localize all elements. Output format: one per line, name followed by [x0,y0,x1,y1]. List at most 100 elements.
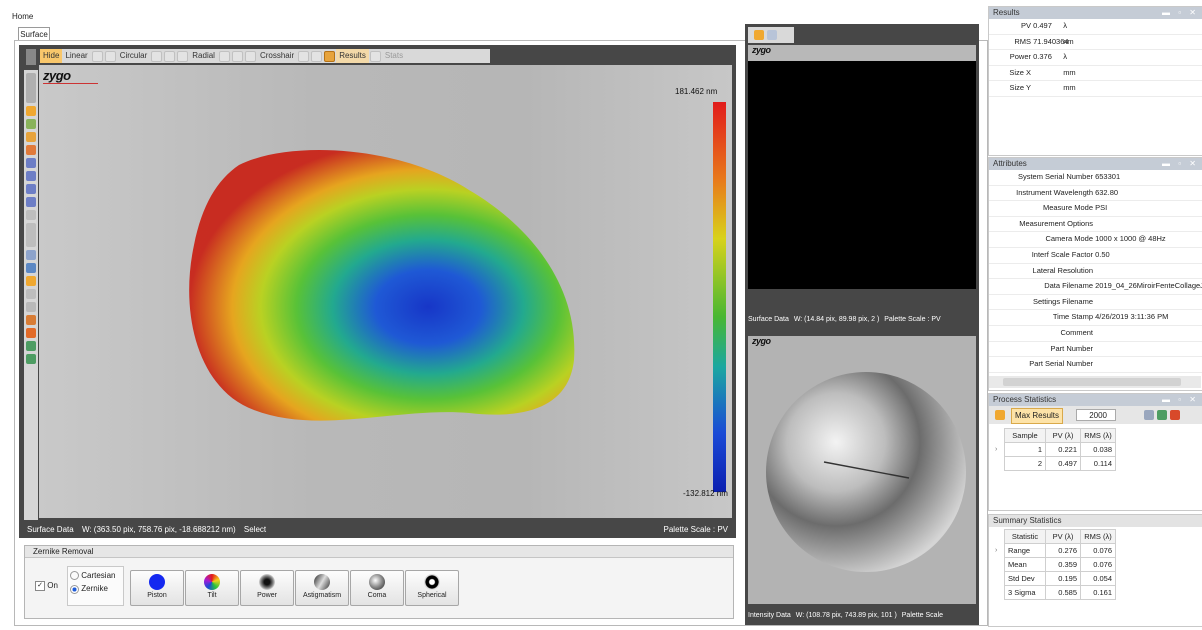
table-header: Statistic PV (λ) RMS (λ) [992,529,1116,544]
radial-tool-icon-3[interactable] [244,50,256,62]
results-button[interactable]: Results [336,49,369,63]
tilt-button[interactable]: Tilt [185,570,239,606]
circular-button[interactable]: Circular [117,49,151,63]
view-cube-icon-2[interactable] [26,171,36,181]
table-row[interactable]: › 1 0.221 0.038 [992,442,1116,457]
attribute-key: Data Filename [1044,281,1093,291]
disabled-icon[interactable] [26,210,36,220]
color-map-icon[interactable] [26,328,36,338]
column-header: RMS (λ) [1080,428,1116,443]
crosshair-icon[interactable] [298,50,310,62]
disabled-icon-3[interactable] [26,289,36,299]
radio-selected-icon [70,584,79,594]
radial-tool-icon[interactable] [218,50,230,62]
home-label[interactable]: Home [12,12,33,21]
line-tool-icon[interactable] [91,50,103,62]
circle-tool-icon-2[interactable] [164,50,176,62]
view-cube-icon-4[interactable] [26,197,36,207]
tab-surface[interactable]: Surface [18,27,50,41]
tilt-icon [204,574,220,590]
results-row: Size Y mm [989,81,1202,97]
piston-button[interactable]: Piston [130,570,184,606]
palette-icon[interactable] [26,315,36,325]
zygo-logo: zygo [43,68,98,84]
table-cell: 0.359 [1045,557,1081,572]
power-button[interactable]: Power [240,570,294,606]
zygo-logo-2: zygo [752,45,771,55]
summary-stats-header: Summary Statistics [989,515,1202,527]
max-results-input[interactable]: 2000 [1076,409,1116,421]
attribute-key: Measurement Options [1019,218,1093,228]
table-row[interactable]: Std Dev 0.195 0.054 [992,571,1116,586]
circle-tool-icon-3[interactable] [177,50,189,62]
table-cell: Mean [1004,557,1046,572]
radial-tool-icon-2[interactable] [231,50,243,62]
line-tool-icon-2[interactable] [104,50,116,62]
linear-button[interactable]: Linear [62,49,90,63]
zernike-radio[interactable]: Zernike [68,582,123,595]
table-row[interactable]: 2 0.497 0.114 [992,456,1116,471]
on-checkbox[interactable]: ✓ On [35,581,58,591]
chart-icon[interactable] [26,263,36,273]
view-cube-icon[interactable] [26,158,36,168]
view-cube-icon-3[interactable] [26,184,36,194]
result-value: 0.376 [1033,52,1052,62]
surface-3d-viewport[interactable]: zygo 181.462 nm -132.812 nm [39,65,732,518]
result-unit: mm [1063,83,1076,93]
radio-empty-icon [70,571,79,581]
attribute-row: Camera Mode 1000 x 1000 @ 48Hz [989,232,1202,248]
check-icon-2[interactable] [995,410,1005,420]
select-icon[interactable] [26,106,36,116]
grip-icon[interactable] [26,73,36,103]
toolbar-grip[interactable] [26,49,36,65]
attribute-row: Interf Scale Factor 0.50 [989,248,1202,264]
zygo-logo-3: zygo [752,336,771,346]
table-cell: 0.195 [1045,571,1081,586]
layout-icon[interactable] [26,250,36,260]
result-unit: mm [1063,67,1076,77]
result-key: RMS [1014,36,1031,46]
stats-icon[interactable] [369,50,381,62]
spherical-button[interactable]: Spherical [405,570,459,606]
table-row[interactable]: 3 Sigma 0.585 0.161 [992,585,1116,600]
attributes-h-scrollbar[interactable] [989,376,1201,388]
export-pdf-icon[interactable] [1170,410,1180,420]
hide-button[interactable]: Hide [40,49,63,63]
scroll-thumb[interactable] [1003,378,1181,386]
export-icon-2[interactable] [26,354,36,364]
intensity-viewport[interactable]: zygo [748,336,976,604]
results-row: Power 0.376 λ [989,50,1202,66]
print-icon[interactable] [26,302,36,312]
table-row[interactable]: Mean 0.359 0.076 [992,557,1116,572]
cartesian-radio[interactable]: Cartesian [68,567,123,582]
frame-icon[interactable] [26,276,36,286]
intensity-image [766,372,966,572]
surface-coords: W: (363.50 pix, 758.76 pix, -18.688212 n… [81,525,236,534]
circle-tool-icon[interactable] [151,50,163,62]
attribute-row: Data Filename 2019_04_26MiroirFenteColla… [989,279,1202,295]
results-icon[interactable] [324,50,336,62]
stats-button[interactable]: Stats [382,49,406,63]
crosshair-icon-2[interactable] [311,50,323,62]
export-icon[interactable] [26,341,36,351]
table-row[interactable]: › Range 0.276 0.076 [992,543,1116,558]
rotate-icon[interactable] [26,145,36,155]
on-label: On [47,581,58,591]
process-stats-toolbar: Max Results 2000 [989,406,1202,424]
astigmatism-button[interactable]: Astigmatism [295,570,349,606]
attribute-key: Instrument Wavelength [1016,187,1093,197]
result-key: PV [1020,21,1031,30]
zoom-icon[interactable] [26,119,36,129]
radial-button[interactable]: Radial [189,49,218,63]
summary-stats-panel: Summary Statistics Statistic PV (λ) RMS (λ… [988,514,1202,627]
image-icon[interactable] [767,30,777,40]
coma-button[interactable]: Coma [350,570,404,606]
disabled-icon-2[interactable] [26,223,36,247]
column-header: Sample [1004,428,1046,443]
surface-2d-map[interactable] [748,61,976,289]
crosshair-button[interactable]: Crosshair [257,49,297,63]
pan-icon[interactable] [26,132,36,142]
print-icon-2[interactable] [1144,410,1154,420]
check-icon[interactable] [754,30,764,40]
export-excel-icon[interactable] [1157,410,1167,420]
